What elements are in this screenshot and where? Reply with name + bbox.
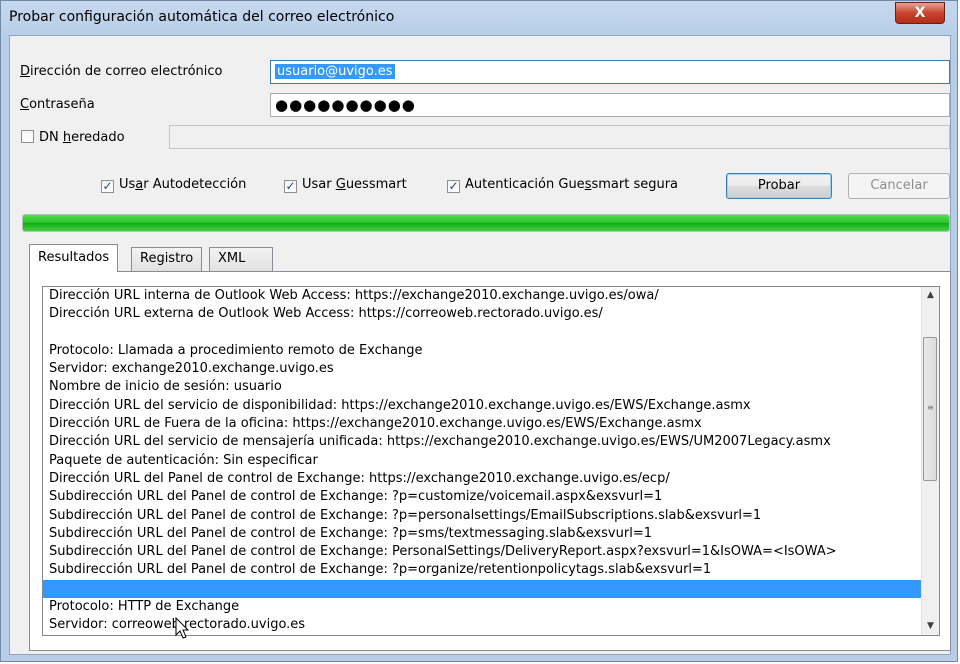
progress-fill <box>23 215 949 231</box>
guessmart-option[interactable]: ✓ Usar Guessmart <box>284 177 407 193</box>
result-line[interactable]: Dirección URL del Panel de control de Ex… <box>43 470 923 488</box>
results-lines: Dirección URL interna de Outlook Web Acc… <box>43 287 923 635</box>
dialog-window: Probar configuración automática del corr… <box>0 0 958 662</box>
password-value: ●●●●●●●●●● <box>275 96 416 114</box>
secure-guessmart-label: Autenticación Guessmart segura <box>465 177 679 192</box>
secure-guessmart-option[interactable]: ✓ Autenticación Guessmart segura <box>447 177 678 193</box>
result-line[interactable]: Dirección URL interna de Outlook Web Acc… <box>43 287 923 305</box>
tab-resultados[interactable]: Resultados <box>29 244 119 272</box>
close-button[interactable]: X <box>895 2 945 24</box>
progress-bar <box>22 214 950 232</box>
guessmart-label: Usar Guessmart <box>302 177 407 192</box>
result-line[interactable]: Protocolo: Llamada a procedimiento remot… <box>43 342 923 360</box>
result-line[interactable]: Subdirección URL del Panel de control de… <box>43 525 923 543</box>
result-line[interactable]: Subdirección URL del Panel de control de… <box>43 507 923 525</box>
email-value: usuario@uvigo.es <box>275 64 395 79</box>
autodetect-label: Usar Autodetección <box>119 177 247 192</box>
guessmart-checkbox[interactable]: ✓ <box>284 180 297 193</box>
scroll-grip-icon: ≡ <box>927 403 934 412</box>
autodetect-option[interactable]: ✓ Usar Autodetección <box>101 177 246 193</box>
result-line[interactable]: Nombre de inicio de sesión: usuario <box>43 378 923 396</box>
password-field[interactable]: ●●●●●●●●●● <box>270 93 950 117</box>
results-list[interactable]: Dirección URL interna de Outlook Web Acc… <box>42 286 940 636</box>
window-title: Probar configuración automática del corr… <box>9 9 395 25</box>
result-line[interactable]: Paquete de autenticación: Sin especifica… <box>43 452 923 470</box>
dn-heredado-checkbox[interactable] <box>21 130 34 143</box>
results-panel: Dirección URL interna de Outlook Web Acc… <box>29 271 951 651</box>
cancel-button[interactable]: Cancelar <box>848 173 950 199</box>
email-field[interactable]: usuario@uvigo.es <box>270 60 950 84</box>
dn-heredado-row[interactable]: DN heredado <box>21 130 125 145</box>
scroll-down-icon[interactable]: ▼ <box>922 618 939 635</box>
autodetect-checkbox[interactable]: ✓ <box>101 180 114 193</box>
title-bar[interactable]: Probar configuración automática del corr… <box>1 1 957 35</box>
result-line[interactable] <box>43 324 923 342</box>
scroll-thumb[interactable]: ≡ <box>923 337 937 481</box>
result-line[interactable]: Subdirección URL del Panel de control de… <box>43 488 923 506</box>
result-line[interactable] <box>43 579 923 599</box>
dn-heredado-label: DN heredado <box>39 130 125 145</box>
result-line[interactable]: Subdirección URL del Panel de control de… <box>43 561 923 579</box>
result-line[interactable]: Protocolo: HTTP de Exchange <box>43 598 923 616</box>
result-line[interactable]: Subdirección URL del Panel de control de… <box>43 543 923 561</box>
dn-heredado-field[interactable] <box>169 125 950 149</box>
test-button[interactable]: Probar <box>726 173 832 199</box>
tab-registro[interactable]: Registro <box>131 247 203 271</box>
result-line[interactable]: Servidor: exchange2010.exchange.uvigo.es <box>43 360 923 378</box>
password-label: Contraseña <box>20 97 95 112</box>
result-line[interactable]: Dirección URL externa de Outlook Web Acc… <box>43 305 923 323</box>
result-line[interactable]: Dirección URL del servicio de disponibil… <box>43 397 923 415</box>
result-line[interactable]: Dirección URL de Fuera de la oficina: ht… <box>43 415 923 433</box>
results-scrollbar[interactable]: ▲ ≡ ▼ <box>921 287 939 635</box>
result-line[interactable]: Dirección URL del servicio de mensajería… <box>43 433 923 451</box>
email-label: Dirección de correo electrónico <box>20 64 223 79</box>
secure-guessmart-checkbox[interactable]: ✓ <box>447 180 460 193</box>
tab-xml[interactable]: XML <box>209 247 273 271</box>
mouse-pointer-icon <box>175 617 190 639</box>
scroll-up-icon[interactable]: ▲ <box>922 287 939 304</box>
